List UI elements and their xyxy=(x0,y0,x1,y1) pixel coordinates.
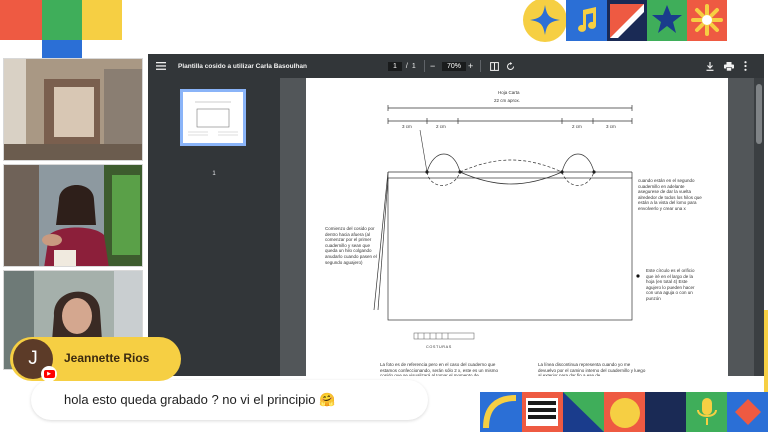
thumbnail-sidebar: 1 xyxy=(148,78,280,376)
page-number-input[interactable]: 1 xyxy=(388,61,402,71)
deco-tile xyxy=(0,40,42,58)
doc-heading: Hoja Carta xyxy=(498,90,520,95)
sparkle-icon xyxy=(530,5,560,35)
youtube-icon: ▶ xyxy=(41,366,57,382)
deco-circle xyxy=(610,398,640,428)
page-total: 1 xyxy=(411,62,416,70)
deco-tile xyxy=(645,392,686,432)
thumbnail-preview xyxy=(183,92,243,143)
pdf-viewer: Plantilla cosido a utilizar Carla Basoul… xyxy=(148,54,764,376)
deco-tile xyxy=(42,0,82,40)
star-icon xyxy=(652,5,682,33)
plus-icon: + xyxy=(468,61,474,71)
deco-triangle xyxy=(610,4,644,38)
rotate-icon xyxy=(507,61,514,70)
zoom-out-button[interactable]: − xyxy=(430,54,435,78)
microphone-icon xyxy=(697,398,717,425)
fit-page-icon xyxy=(490,61,499,71)
chat-author-name: Jeannette Rios xyxy=(64,351,150,365)
measure-label: 3 cm xyxy=(402,124,412,129)
diamond-icon xyxy=(735,399,761,425)
webcam-feed xyxy=(3,164,143,267)
pdf-toolbar: Plantilla cosido a utilizar Carla Basoul… xyxy=(148,54,764,78)
webcam-scene xyxy=(4,59,142,160)
flower-icon xyxy=(691,4,723,36)
document-title: Plantilla cosido a utilizar Carla Basoul… xyxy=(178,62,307,70)
webcam-scene xyxy=(4,165,142,266)
paragraph-right: La línea discontinua representa cuando y… xyxy=(538,362,646,376)
note-right-top: cuando están en el segundo cuadernillo e… xyxy=(638,178,702,211)
zoom-in-button[interactable]: + xyxy=(468,54,473,78)
note-left: Comienzo del cosido por dentro hacia afu… xyxy=(325,226,377,265)
minus-icon: − xyxy=(430,61,436,71)
menu-icon xyxy=(156,62,166,70)
print-button[interactable] xyxy=(724,54,734,78)
measure-label: 2 cm xyxy=(436,124,446,129)
download-button[interactable] xyxy=(706,54,714,78)
music-note-icon xyxy=(578,7,597,32)
more-vert-icon xyxy=(744,61,747,71)
pdf-page: Hoja Carta 22 cm aprox. 3 cm 2 cm 2 cm 3… xyxy=(306,78,728,376)
width-label: 22 cm aprox. xyxy=(494,98,521,103)
avatar-letter: J xyxy=(28,348,38,369)
toolbar-divider xyxy=(480,60,481,72)
print-icon xyxy=(724,61,734,71)
rotate-button[interactable] xyxy=(506,54,515,78)
thumbnail-page-number: 1 xyxy=(212,171,216,177)
page-thumbnail[interactable] xyxy=(180,89,246,146)
menu-button[interactable] xyxy=(156,54,166,78)
toolbar-divider xyxy=(424,60,425,72)
scrollbar-thumb[interactable] xyxy=(756,84,762,144)
measure-label: 2 cm xyxy=(572,124,582,129)
note-right-bottom: Este círculo es el orificio que iré en e… xyxy=(646,268,695,301)
deco-tile xyxy=(82,0,122,40)
deco-tile xyxy=(764,310,768,392)
deco-triangle xyxy=(563,392,604,432)
page-separator: / xyxy=(405,62,408,70)
zoom-input[interactable]: 70% xyxy=(442,61,467,71)
play-icon: ▶ xyxy=(43,370,55,378)
deco-tile xyxy=(42,40,82,58)
paragraph-left: La foto es de referencia pero en el caso… xyxy=(380,362,499,376)
fit-page-button[interactable] xyxy=(490,54,499,78)
figure-caption: COSTURAS xyxy=(426,345,452,349)
measure-label: 3 cm xyxy=(606,124,616,129)
piano-keys-icon xyxy=(526,398,558,426)
deco-wave xyxy=(483,395,517,429)
download-icon xyxy=(706,61,714,71)
webcam-feed xyxy=(3,58,143,161)
chat-message-text: hola esto queda grabado ? no vi el princ… xyxy=(64,392,336,407)
more-options-button[interactable] xyxy=(744,54,747,78)
deco-tile xyxy=(0,0,42,40)
